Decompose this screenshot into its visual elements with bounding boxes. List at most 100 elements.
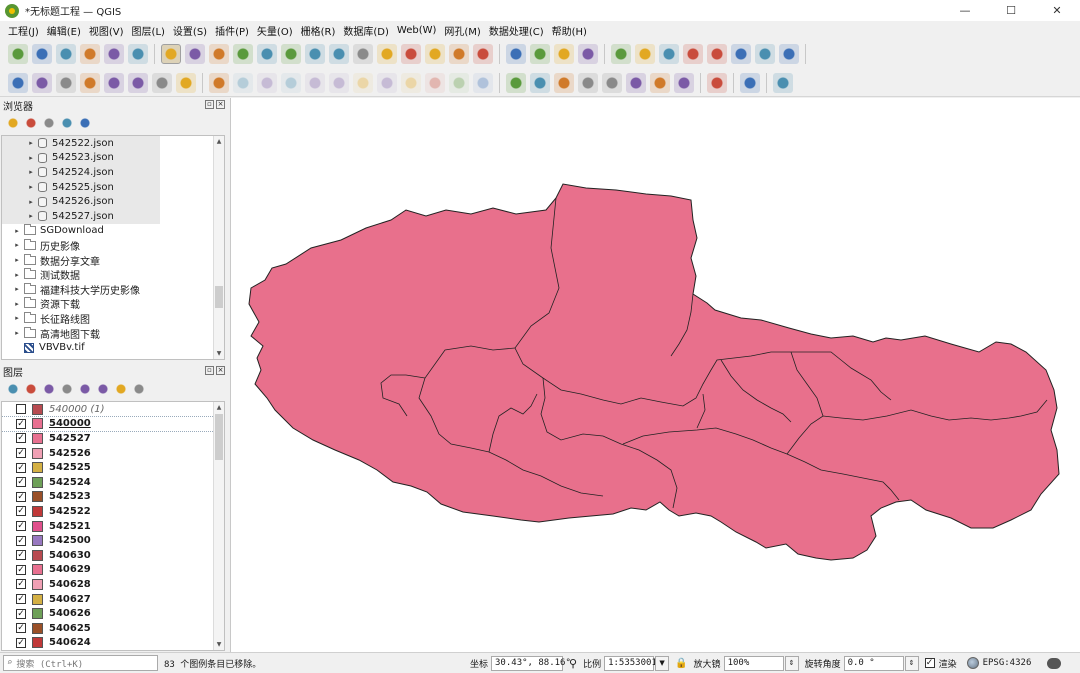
chevron-right-icon[interactable]: ▸ [12,241,22,249]
layer-symbol-swatch[interactable] [32,535,43,547]
refresh-icon[interactable] [473,44,493,64]
browser-item[interactable]: ▸ 福建科技大学历史影像 [2,282,224,297]
layer-visibility-checkbox[interactable]: ✓ [16,462,26,473]
layer-visibility-checkbox[interactable]: ✓ [16,535,26,546]
layers-tree[interactable]: 540000 (1) ✓ 540000 ✓ 542527 ✓ 542526 ✓ 542525 ✓ 5… [1,401,225,651]
label-tool-icon[interactable] [530,72,550,93]
data-source-manager-icon[interactable] [8,72,28,93]
menu-item-10[interactable]: 网孔(M) [440,23,484,38]
menu-item-7[interactable]: 栅格(R) [297,23,340,38]
layer-visibility-checkbox[interactable]: ✓ [16,637,26,648]
chevron-right-icon[interactable]: ▸ [12,256,22,264]
rotate-label-icon[interactable] [626,72,646,93]
move-label-icon[interactable] [602,72,622,93]
layer-item[interactable]: ✓ 540630 [2,548,224,563]
open-table-icon[interactable] [707,44,727,64]
new-shapefile-icon[interactable] [56,72,76,93]
browser-item[interactable]: ▸ 542525.json [2,179,160,195]
pin-labels-icon[interactable] [554,72,574,93]
paste-icon[interactable] [425,72,445,93]
layer-item[interactable]: ✓ 542522 [2,504,224,519]
copy-icon[interactable] [401,72,421,93]
deselect-icon[interactable] [554,44,574,64]
browser-item[interactable]: ▸ 542523.json [2,150,160,166]
redo-icon[interactable] [473,72,493,93]
expand-icon[interactable] [96,382,110,396]
browser-item[interactable]: ▸ 资源下载 [2,297,224,311]
chevron-right-icon[interactable]: ▸ [12,227,22,235]
digitize-point-icon[interactable] [257,72,277,93]
layer-item[interactable]: ✓ 540624 [2,636,224,651]
lock-scale-icon[interactable]: 🔒 [675,658,687,669]
layer-symbol-swatch[interactable] [32,622,43,634]
browser-item[interactable]: VBVBv.tif [2,340,224,355]
change-label-icon[interactable] [650,72,670,93]
render-checkbox[interactable]: ✓ [924,658,935,668]
layer-visibility-checkbox[interactable]: ✓ [16,521,26,532]
label-icon[interactable] [506,72,526,93]
qgis-cloud-icon[interactable] [152,72,172,93]
layer-item[interactable]: ✓ 540626 [2,606,224,621]
zoom-next-icon[interactable] [377,44,397,64]
diagram-icon[interactable] [707,72,727,93]
layer-visibility-checkbox[interactable]: ✓ [16,477,26,488]
chevron-right-icon[interactable]: ▸ [26,198,36,206]
browser-item[interactable]: ▸ 542526.json [2,194,160,209]
browser-scrollbar[interactable]: ▲ ▼ [213,136,224,359]
layer-symbol-swatch[interactable] [32,578,43,590]
menu-item-5[interactable]: 插件(P) [211,23,253,38]
layer-item[interactable]: ✓ 540000 [2,415,224,433]
chevron-right-icon[interactable]: ▸ [26,212,36,220]
layer-item[interactable]: ✓ 542525 [2,460,224,475]
chevron-right-icon[interactable]: ▸ [12,300,22,308]
temporal-controller-icon[interactable] [449,44,469,64]
layer-item[interactable]: ✓ 542527 [2,431,224,446]
browser-item[interactable]: ▸ 长征路线图 [2,311,224,326]
chevron-right-icon[interactable]: ▸ [26,183,36,191]
filter-icon[interactable] [42,116,56,130]
chevron-right-icon[interactable]: ▸ [26,168,36,176]
magnifier-field[interactable]: 100% [723,655,784,671]
undo-icon[interactable] [449,72,469,93]
scale-field[interactable]: 1:5353001 [604,655,657,671]
layers-scroll-thumb[interactable] [215,414,223,460]
browser-scroll-thumb[interactable] [215,286,223,308]
browser-item[interactable]: ▸ 542524.json [2,165,160,180]
layer-visibility-checkbox[interactable]: ✓ [16,623,26,634]
layer-visibility-checkbox[interactable]: ✓ [16,564,26,575]
zoom-to-selection-icon[interactable] [281,44,301,64]
vertex-tool-icon[interactable] [281,72,301,93]
menu-item-9[interactable]: Web(W) [393,25,441,36]
save-project-icon[interactable] [56,44,76,64]
layer-visibility-checkbox[interactable]: ✓ [16,433,26,444]
layer-symbol-swatch[interactable] [32,418,43,430]
menu-item-0[interactable]: 工程(J) [4,23,43,38]
locator-search-input[interactable]: ⌕ 搜索 (Ctrl+K) [3,655,158,671]
scale-dropdown-icon[interactable]: ▼ [655,655,670,671]
layer-item[interactable]: ✓ 542521 [2,519,224,534]
menu-item-8[interactable]: 数据库(D) [339,23,393,38]
browser-item[interactable]: ▸ 数据分享文章 [2,253,224,268]
layer-symbol-swatch[interactable] [32,476,43,488]
layer-symbol-swatch[interactable] [32,549,43,561]
open-project-icon[interactable] [32,44,52,64]
pan-to-selection-icon[interactable] [185,44,205,64]
scroll-up-icon[interactable]: ▲ [214,136,224,147]
close-panel-icon[interactable]: × [216,100,225,109]
close-button[interactable]: ✕ [1034,0,1080,21]
layout-manager-icon[interactable] [104,44,124,64]
modify-attributes-icon[interactable] [329,72,349,93]
layer-item[interactable]: ✓ 540627 [2,592,224,607]
browser-item[interactable]: ▸ 测试数据 [2,267,224,282]
layer-visibility-checkbox[interactable]: ✓ [16,506,26,517]
scroll-down-icon[interactable]: ▼ [214,348,224,359]
processing-toolbox-icon[interactable] [659,44,679,64]
new-project-icon[interactable] [8,44,28,64]
python-console-icon[interactable] [740,72,760,93]
zoom-in-icon[interactable] [209,44,229,64]
layer-symbol-swatch[interactable] [32,520,43,532]
attribute-table-icon[interactable] [635,44,655,64]
layer-visibility-checkbox[interactable]: ✓ [16,608,26,619]
collapse-all-icon[interactable] [60,116,74,130]
layer-item[interactable]: ✓ 542526 [2,446,224,461]
